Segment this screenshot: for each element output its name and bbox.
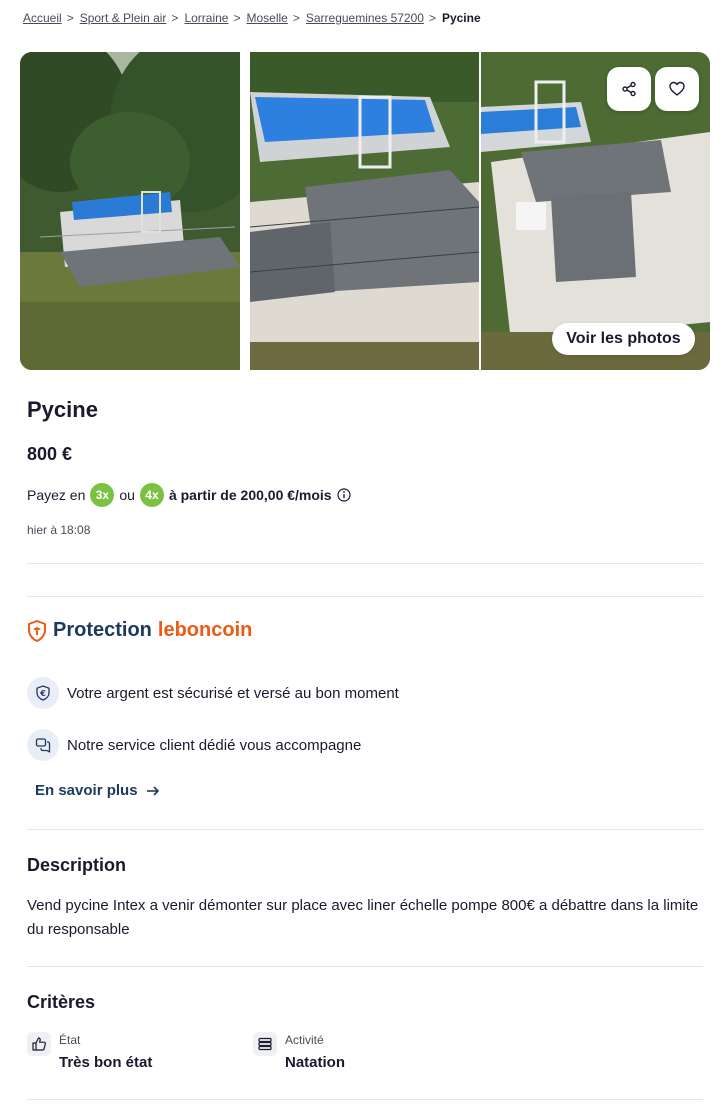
breadcrumb-link-sarreguemines[interactable]: Sarreguemines 57200 xyxy=(306,11,424,25)
protection-label: Protection xyxy=(53,619,152,641)
listing-title: Pycine xyxy=(27,397,98,422)
photo-gallery: Voir les photos xyxy=(20,52,710,370)
criteria-title: Critères xyxy=(27,992,96,1012)
divider xyxy=(27,1099,703,1100)
criteria-item-activite: Activité Natation xyxy=(253,1030,345,1071)
learn-more-label: En savoir plus xyxy=(35,782,138,799)
learn-more-link[interactable]: En savoir plus xyxy=(35,782,160,799)
euro-shield-icon: € xyxy=(27,677,59,709)
payment-suffix: à partir de 200,00 €/mois xyxy=(168,487,332,503)
svg-text:€: € xyxy=(39,689,46,698)
payment-options: Payez en 3x ou 4x à partir de 200,00 €/m… xyxy=(27,483,351,507)
payment-or: ou xyxy=(119,487,135,503)
publication-date: hier à 18:08 xyxy=(27,523,91,537)
payment-3x-badge[interactable]: 3x xyxy=(90,483,115,507)
chat-icon xyxy=(27,729,59,761)
description-title: Description xyxy=(27,855,127,875)
share-icon xyxy=(622,81,636,97)
criteria-item-etat-content: État Très bon état xyxy=(59,1030,152,1071)
feature-customer-service: Notre service client dédié vous accompag… xyxy=(27,729,361,761)
criteria-value: Natation xyxy=(285,1054,345,1071)
shield-icon xyxy=(28,619,46,642)
photo-2[interactable] xyxy=(250,52,479,370)
breadcrumb-link-accueil[interactable]: Accueil xyxy=(23,11,62,25)
info-icon[interactable] xyxy=(336,488,351,502)
divider xyxy=(27,829,703,830)
list-icon xyxy=(253,1032,277,1056)
feature-customer-service-text: Notre service client dédié vous accompag… xyxy=(67,736,362,754)
criteria-label: État xyxy=(59,1033,81,1047)
feature-secure-money: € Votre argent est sécurisé et versé au … xyxy=(27,677,399,709)
divider xyxy=(27,596,703,597)
breadcrumb-link-lorraine[interactable]: Lorraine xyxy=(184,11,228,25)
criteria-value: Très bon état xyxy=(59,1054,153,1071)
criteria-label: Activité xyxy=(285,1033,324,1047)
listing-price: 800 € xyxy=(27,444,73,464)
heart-icon xyxy=(669,81,685,96)
breadcrumb-link-sport[interactable]: Sport & Plein air xyxy=(80,11,167,25)
feature-secure-money-text: Votre argent est sécurisé et versé au bo… xyxy=(67,684,399,702)
payment-4x-badge[interactable]: 4x xyxy=(139,483,164,507)
criteria-item-etat: État Très bon état xyxy=(27,1030,152,1071)
breadcrumb-current: Pycine xyxy=(441,11,481,25)
criteria-item-activite-content: Activité Natation xyxy=(285,1030,345,1071)
protection-brand: leboncoin xyxy=(157,619,253,641)
divider xyxy=(27,966,703,967)
arrow-right-icon xyxy=(146,785,159,796)
description-text: Vend pycine Intex a venir démonter sur p… xyxy=(27,897,699,938)
favorite-button[interactable] xyxy=(655,67,699,111)
payment-prefix: Payez en xyxy=(27,487,86,503)
thumbs-up-icon xyxy=(27,1032,51,1056)
breadcrumb-link-moselle[interactable]: Moselle xyxy=(246,11,287,25)
protection-banner: Protection leboncoin xyxy=(27,619,252,642)
view-photos-button[interactable]: Voir les photos xyxy=(552,323,695,355)
share-button[interactable] xyxy=(607,67,651,111)
divider xyxy=(27,563,703,564)
breadcrumb: Accueil > Sport & Plein air > Lorraine > Mo… xyxy=(23,11,481,25)
photo-1[interactable] xyxy=(20,52,240,370)
